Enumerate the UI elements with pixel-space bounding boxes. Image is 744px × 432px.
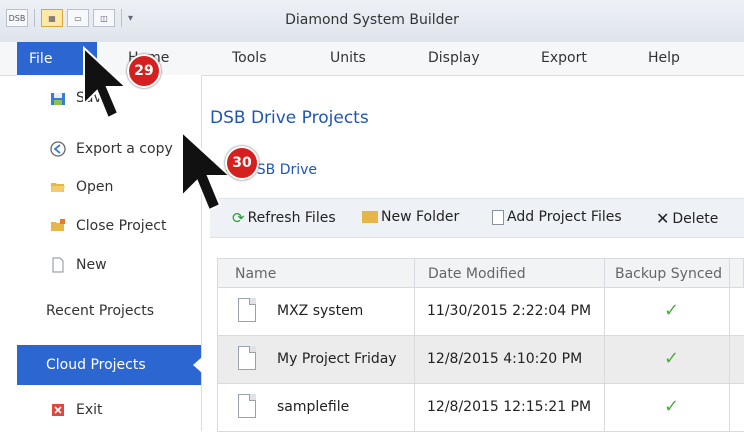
export-arrow-icon xyxy=(50,141,66,157)
sidebar-item-export-copy[interactable]: Export a copy xyxy=(17,132,201,166)
sidebar-item-label: New xyxy=(76,257,107,273)
menu-display[interactable]: Display xyxy=(428,50,480,66)
column-name[interactable]: Name xyxy=(235,266,276,282)
add-file-icon xyxy=(492,209,504,225)
table-row[interactable]: samplefile 12/8/2015 12:15:21 PM ✓ xyxy=(217,384,744,432)
save-icon xyxy=(50,90,66,106)
refresh-files-label: Refresh Files xyxy=(247,210,336,226)
table-row[interactable]: MXZ system 11/30/2015 2:22:04 PM ✓ xyxy=(217,288,744,336)
delete-label: Delete xyxy=(672,210,719,227)
sidebar-item-label: Export a copy xyxy=(76,141,173,157)
menu-help[interactable]: Help xyxy=(648,50,680,66)
pointer-cursor-icon xyxy=(83,46,129,120)
file-icon xyxy=(238,394,256,418)
table-row[interactable]: My Project Friday 12/8/2015 4:10:20 PM ✓ xyxy=(217,336,744,384)
table-border xyxy=(217,258,218,431)
delete-x-icon: ✕ xyxy=(656,209,670,228)
delete-button[interactable]: ✕ Delete xyxy=(656,209,718,228)
column-date-modified[interactable]: Date Modified xyxy=(428,266,526,282)
sidebar-item-open[interactable]: Open xyxy=(17,170,201,204)
file-backstage-sidebar: Save Export a copy Open Close Project Ne… xyxy=(17,75,202,431)
file-icon xyxy=(238,346,256,370)
file-name: MXZ system xyxy=(277,303,364,319)
exit-icon xyxy=(50,402,66,418)
file-date: 12/8/2015 12:15:21 PM xyxy=(427,399,592,415)
sidebar-item-label: Exit xyxy=(76,402,103,418)
synced-check-icon: ✓ xyxy=(664,348,680,369)
file-date: 12/8/2015 4:10:20 PM xyxy=(427,351,583,367)
column-divider xyxy=(414,258,415,431)
new-document-icon xyxy=(50,257,66,273)
new-folder-button[interactable]: New Folder xyxy=(362,209,459,225)
refresh-files-button[interactable]: ⟳ Refresh Files xyxy=(232,209,336,227)
sidebar-item-close-project[interactable]: Close Project xyxy=(17,209,201,243)
synced-check-icon: ✓ xyxy=(664,300,680,321)
table-header: Name Date Modified Backup Synced xyxy=(217,258,744,288)
file-name: My Project Friday xyxy=(277,351,397,367)
page-title: DSB Drive Projects xyxy=(210,108,369,128)
close-folder-icon xyxy=(50,218,66,234)
column-divider xyxy=(604,258,605,431)
add-project-files-button[interactable]: Add Project Files xyxy=(492,209,622,225)
file-icon xyxy=(238,298,256,322)
new-folder-label: New Folder xyxy=(381,209,460,225)
file-toolbar: ⟳ Refresh Files New Folder Add Project F… xyxy=(210,198,744,238)
step-badge-30: 30 xyxy=(225,146,259,180)
window-title: Diamond System Builder xyxy=(285,12,459,28)
folder-open-icon xyxy=(50,179,66,195)
synced-check-icon: ✓ xyxy=(664,396,680,417)
step-badge-29: 29 xyxy=(127,54,161,88)
column-divider xyxy=(729,258,730,431)
sidebar-item-cloud-projects[interactable]: Cloud Projects xyxy=(17,345,202,385)
file-name: samplefile xyxy=(277,399,350,415)
sidebar-item-new[interactable]: New xyxy=(17,248,201,282)
sidebar-item-recent-projects[interactable]: Recent Projects xyxy=(17,291,201,331)
new-folder-icon xyxy=(362,211,378,223)
sidebar-item-exit[interactable]: Exit xyxy=(17,393,201,427)
title-bar: DSB ▦ ▭ ◫ ▾ Diamond System Builder xyxy=(0,0,744,43)
column-backup-synced[interactable]: Backup Synced xyxy=(615,266,722,282)
pointer-cursor-icon xyxy=(181,130,233,212)
menu-units[interactable]: Units xyxy=(330,50,366,66)
menu-tools[interactable]: Tools xyxy=(232,50,267,66)
file-date: 11/30/2015 2:22:04 PM xyxy=(427,303,592,319)
sidebar-item-label: Close Project xyxy=(76,218,167,234)
sidebar-item-label: Open xyxy=(76,179,114,195)
add-project-files-label: Add Project Files xyxy=(507,209,622,225)
menu-export[interactable]: Export xyxy=(541,50,587,66)
